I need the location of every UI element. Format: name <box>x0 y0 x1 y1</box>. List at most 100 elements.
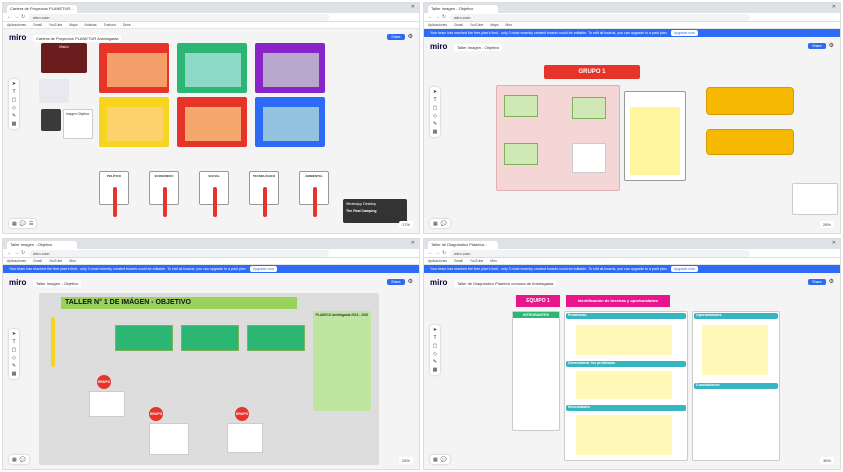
cursor-icon[interactable]: ➤ <box>12 81 16 87</box>
text-icon[interactable]: T <box>433 335 436 341</box>
bookmark[interactable]: Drive <box>123 23 131 27</box>
shape-icon[interactable]: ◇ <box>12 105 16 111</box>
sticky-icon[interactable]: ▢ <box>12 97 17 103</box>
text-icon[interactable]: T <box>12 339 15 345</box>
bookmark[interactable]: Aplicaciones <box>428 23 447 27</box>
bookmark[interactable]: Miro <box>490 259 497 263</box>
zoom-level[interactable]: 36% <box>819 457 834 464</box>
url-field[interactable]: miro.com <box>29 14 329 21</box>
forward-icon[interactable]: → <box>14 14 19 20</box>
comment-icon[interactable]: 💬 <box>20 457 26 463</box>
forward-icon[interactable]: → <box>14 250 19 256</box>
bookmark[interactable]: Aplicaciones <box>428 259 447 263</box>
comment-icon[interactable]: 💬 <box>441 221 447 227</box>
upgrade-button[interactable]: Upgrade now <box>670 266 699 272</box>
forward-icon[interactable]: → <box>435 14 440 20</box>
text-icon[interactable]: T <box>12 89 15 95</box>
board-name[interactable]: Taller Imagen - Objetivo <box>454 44 503 51</box>
sticky-icon[interactable]: ▢ <box>433 343 438 349</box>
miro-logo[interactable]: miro <box>430 42 447 51</box>
bookmark[interactable]: Gmail <box>33 259 42 263</box>
cursor-icon[interactable]: ➤ <box>433 327 437 333</box>
share-button[interactable]: Share <box>387 278 405 285</box>
frame-icon[interactable]: ▦ <box>12 371 17 377</box>
board-name[interactable]: Taller de Diagnóstico Pladetur comuna de… <box>454 280 557 287</box>
reload-icon[interactable]: ↻ <box>442 250 446 256</box>
pen-icon[interactable]: ✎ <box>12 363 16 369</box>
close-icon[interactable]: ✕ <box>832 240 836 246</box>
share-button[interactable]: Share <box>808 42 826 49</box>
browser-tab[interactable]: Taller de Diagnóstico Pladetur... <box>428 241 498 249</box>
cursor-icon[interactable]: ➤ <box>12 331 16 337</box>
bookmark[interactable]: Miro <box>506 23 513 27</box>
text-icon[interactable]: T <box>433 97 436 103</box>
settings-icon[interactable]: ⚙ <box>408 278 413 285</box>
frame-icon[interactable]: ▦ <box>433 129 438 135</box>
close-icon[interactable]: ✕ <box>832 4 836 10</box>
zoom-level[interactable]: 28% <box>398 457 413 464</box>
url-field[interactable]: miro.com <box>29 250 329 257</box>
forward-icon[interactable]: → <box>435 250 440 256</box>
bookmark[interactable]: Maps <box>69 23 77 27</box>
browser-tab[interactable]: Taller Imagen - Objetivo <box>7 241 77 249</box>
back-icon[interactable]: ← <box>7 250 12 256</box>
back-icon[interactable]: ← <box>428 14 433 20</box>
bookmark[interactable]: Gmail <box>454 259 463 263</box>
settings-icon[interactable]: ⚙ <box>408 33 413 40</box>
shape-icon[interactable]: ◇ <box>433 351 437 357</box>
sticky-icon[interactable]: ▢ <box>12 347 17 353</box>
comment-icon[interactable]: 💬 <box>441 457 447 463</box>
sticky-icon[interactable]: ▢ <box>433 105 438 111</box>
bookmark[interactable]: Gmail <box>454 23 463 27</box>
upgrade-button[interactable]: Upgrade now <box>670 30 699 36</box>
url-field[interactable]: miro.com <box>450 14 750 21</box>
browser-tab[interactable]: Taller Imagen - Objetivo <box>428 5 498 13</box>
back-icon[interactable]: ← <box>7 14 12 20</box>
bookmark[interactable]: Gmail <box>33 23 42 27</box>
bookmark[interactable]: Miro <box>69 259 76 263</box>
bookmark[interactable]: YouTube <box>470 259 483 263</box>
pen-icon[interactable]: ✎ <box>433 121 437 127</box>
bookmark[interactable]: Noticias <box>85 23 97 27</box>
shape-icon[interactable]: ◇ <box>433 113 437 119</box>
pen-icon[interactable]: ✎ <box>12 113 16 119</box>
bookmark[interactable]: Aplicaciones <box>7 259 26 263</box>
bookmark[interactable]: YouTube <box>49 23 62 27</box>
url-field[interactable]: miro.com <box>450 250 750 257</box>
minimap[interactable] <box>792 183 838 215</box>
bookmark[interactable]: YouTube <box>470 23 483 27</box>
grid-icon[interactable]: ▦ <box>433 457 438 463</box>
pen-icon[interactable]: ✎ <box>433 359 437 365</box>
back-icon[interactable]: ← <box>428 250 433 256</box>
cursor-icon[interactable]: ➤ <box>433 89 437 95</box>
zoom-level[interactable]: 28% <box>819 221 834 228</box>
settings-icon[interactable]: ⚙ <box>829 42 834 49</box>
reload-icon[interactable]: ↻ <box>21 14 25 20</box>
share-button[interactable]: Share <box>387 33 405 40</box>
frame-icon[interactable]: ▦ <box>433 367 438 373</box>
bookmark[interactable]: Maps <box>490 23 498 27</box>
shape-icon[interactable]: ◇ <box>12 355 16 361</box>
grid-icon[interactable]: ▦ <box>12 221 17 227</box>
zoom-level[interactable]: 17% <box>398 221 413 228</box>
board-name[interactable]: Taller Imagen - Objetivo <box>33 280 82 287</box>
board-name[interactable]: Cartera de Proyectos PLANETUR Antofagast… <box>33 35 122 42</box>
browser-tab[interactable]: Cartera de Proyectos PLANETUR... <box>7 5 77 13</box>
chat-icon[interactable]: ☰ <box>29 221 33 227</box>
miro-logo[interactable]: miro <box>9 33 26 42</box>
miro-logo[interactable]: miro <box>9 278 26 287</box>
reload-icon[interactable]: ↻ <box>21 250 25 256</box>
bookmark[interactable]: YouTube <box>49 259 62 263</box>
upgrade-button[interactable]: Upgrade now <box>249 266 278 272</box>
grid-icon[interactable]: ▦ <box>12 457 17 463</box>
close-icon[interactable]: ✕ <box>411 4 415 10</box>
close-icon[interactable]: ✕ <box>411 240 415 246</box>
settings-icon[interactable]: ⚙ <box>829 278 834 285</box>
miro-logo[interactable]: miro <box>430 278 447 287</box>
notification-toast[interactable]: WhatsApp Desktop The Real Camping <box>343 199 407 223</box>
reload-icon[interactable]: ↻ <box>442 14 446 20</box>
grid-icon[interactable]: ▦ <box>433 221 438 227</box>
share-button[interactable]: Share <box>808 278 826 285</box>
bookmark[interactable]: Traducir <box>104 23 116 27</box>
bookmark[interactable]: Aplicaciones <box>7 23 26 27</box>
